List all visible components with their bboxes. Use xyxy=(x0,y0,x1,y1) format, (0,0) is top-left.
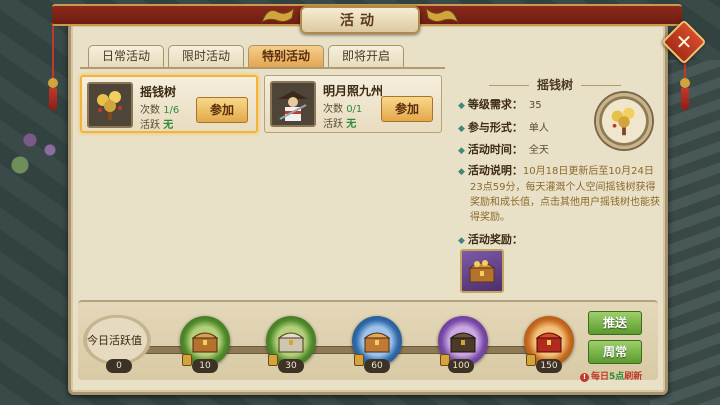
refresh-note: ! 每日5点刷新 xyxy=(580,369,642,382)
milestone-value: 150 xyxy=(536,359,562,373)
current-activity-value: 0 xyxy=(106,359,132,373)
tab-special[interactable]: 特别活动 xyxy=(248,45,324,67)
join-button[interactable]: 参加 xyxy=(196,97,248,123)
mode-label: 参与形式： xyxy=(467,121,523,134)
window-title-text: 活动 xyxy=(340,13,380,29)
lock-icon xyxy=(354,354,364,366)
time-label: 活动时间： xyxy=(467,143,523,156)
active-label: 活跃 xyxy=(140,120,160,131)
join-button[interactable]: 参加 xyxy=(381,96,433,122)
activity-description: ◆ 活动说明：10月18日更新后至10月24日23点59分，每天灌溉个人空间摇钱树… xyxy=(458,163,660,225)
activity-active: 活跃 无 xyxy=(140,116,173,131)
activity-reward: ◆ 活动奖励： xyxy=(458,231,523,247)
treasure-chest-icon xyxy=(535,332,563,353)
count-label: 次数 xyxy=(323,104,343,115)
money-tree-icon xyxy=(596,93,652,149)
reward-item[interactable] xyxy=(460,249,504,293)
tab-limited[interactable]: 限时活动 xyxy=(168,45,244,67)
activity-time: ◆ 活动时间： 全天 xyxy=(458,141,549,157)
activity-name: 明月照九州 xyxy=(323,84,384,98)
mode-value: 单人 xyxy=(528,123,549,134)
activity-name: 摇钱树 xyxy=(140,85,177,99)
active-value: 无 xyxy=(163,120,174,131)
today-activity-label: 今日活跃值 xyxy=(87,334,142,347)
milestone-value: 30 xyxy=(278,359,304,373)
activity-active: 活跃 无 xyxy=(323,115,356,130)
tab-daily[interactable]: 日常活动 xyxy=(88,45,164,67)
active-label: 活跃 xyxy=(323,119,343,130)
dragon-ornament-icon xyxy=(260,6,295,24)
tab-upcoming[interactable]: 即将开启 xyxy=(328,45,404,67)
activity-card-money-tree[interactable]: 摇钱树 次数 1/6 活跃 无 参加 xyxy=(80,75,258,133)
refresh-time: 5点 xyxy=(609,372,625,382)
lock-icon xyxy=(268,354,278,366)
diamond-bullet-icon: ◆ xyxy=(458,124,465,134)
diamond-bullet-icon: ◆ xyxy=(458,167,465,177)
weekly-button[interactable]: 周常 xyxy=(588,340,642,364)
diamond-bullet-icon: ◆ xyxy=(458,101,465,111)
window-title: 活动 xyxy=(300,6,420,34)
push-button[interactable]: 推送 xyxy=(588,311,642,335)
refresh-before: 每日 xyxy=(591,372,610,382)
activity-count: 次数 1/6 xyxy=(140,101,179,116)
desc-label: 活动说明： xyxy=(467,164,523,177)
refresh-after: 刷新 xyxy=(624,372,643,382)
milestone-value: 60 xyxy=(364,359,390,373)
reward-label: 活动奖励： xyxy=(467,233,523,246)
participation-mode: ◆ 参与形式： 单人 xyxy=(458,119,549,135)
treasure-chest-icon xyxy=(277,332,305,353)
milestone-value: 10 xyxy=(192,359,218,373)
count-label: 次数 xyxy=(140,105,160,116)
dragon-ornament-icon xyxy=(425,6,460,24)
count-value: 1/6 xyxy=(163,105,180,116)
time-value: 全天 xyxy=(528,145,549,156)
level-requirement: ◆ 等级需求： 35 xyxy=(458,96,542,112)
active-value: 无 xyxy=(346,119,357,130)
treasure-chest-icon xyxy=(449,332,477,353)
activity-card-moon[interactable]: 明月照九州 次数 0/1 活跃 无 参加 xyxy=(264,75,442,133)
close-icon: ✕ xyxy=(675,30,693,54)
diamond-bullet-icon: ◆ xyxy=(458,236,465,246)
count-value: 0/1 xyxy=(346,104,363,115)
money-tree-icon xyxy=(87,82,133,128)
milestone-value: 100 xyxy=(448,359,474,373)
swordsman-portrait-icon xyxy=(270,81,316,127)
detail-title: 摇钱树 xyxy=(460,76,650,93)
tab-bar: 日常活动 限时活动 特别活动 即将开启 xyxy=(88,45,404,67)
treasure-chest-icon xyxy=(191,332,219,353)
diamond-bullet-icon: ◆ xyxy=(458,146,465,156)
treasure-chest-icon xyxy=(363,332,391,353)
treasure-chest-icon xyxy=(468,260,496,283)
tab-divider xyxy=(80,67,445,69)
lock-icon xyxy=(182,354,192,366)
level-value: 35 xyxy=(528,100,542,111)
warning-icon: ! xyxy=(580,373,589,382)
lock-icon xyxy=(526,354,536,366)
level-label: 等级需求： xyxy=(467,98,523,111)
activity-count: 次数 0/1 xyxy=(323,100,362,115)
